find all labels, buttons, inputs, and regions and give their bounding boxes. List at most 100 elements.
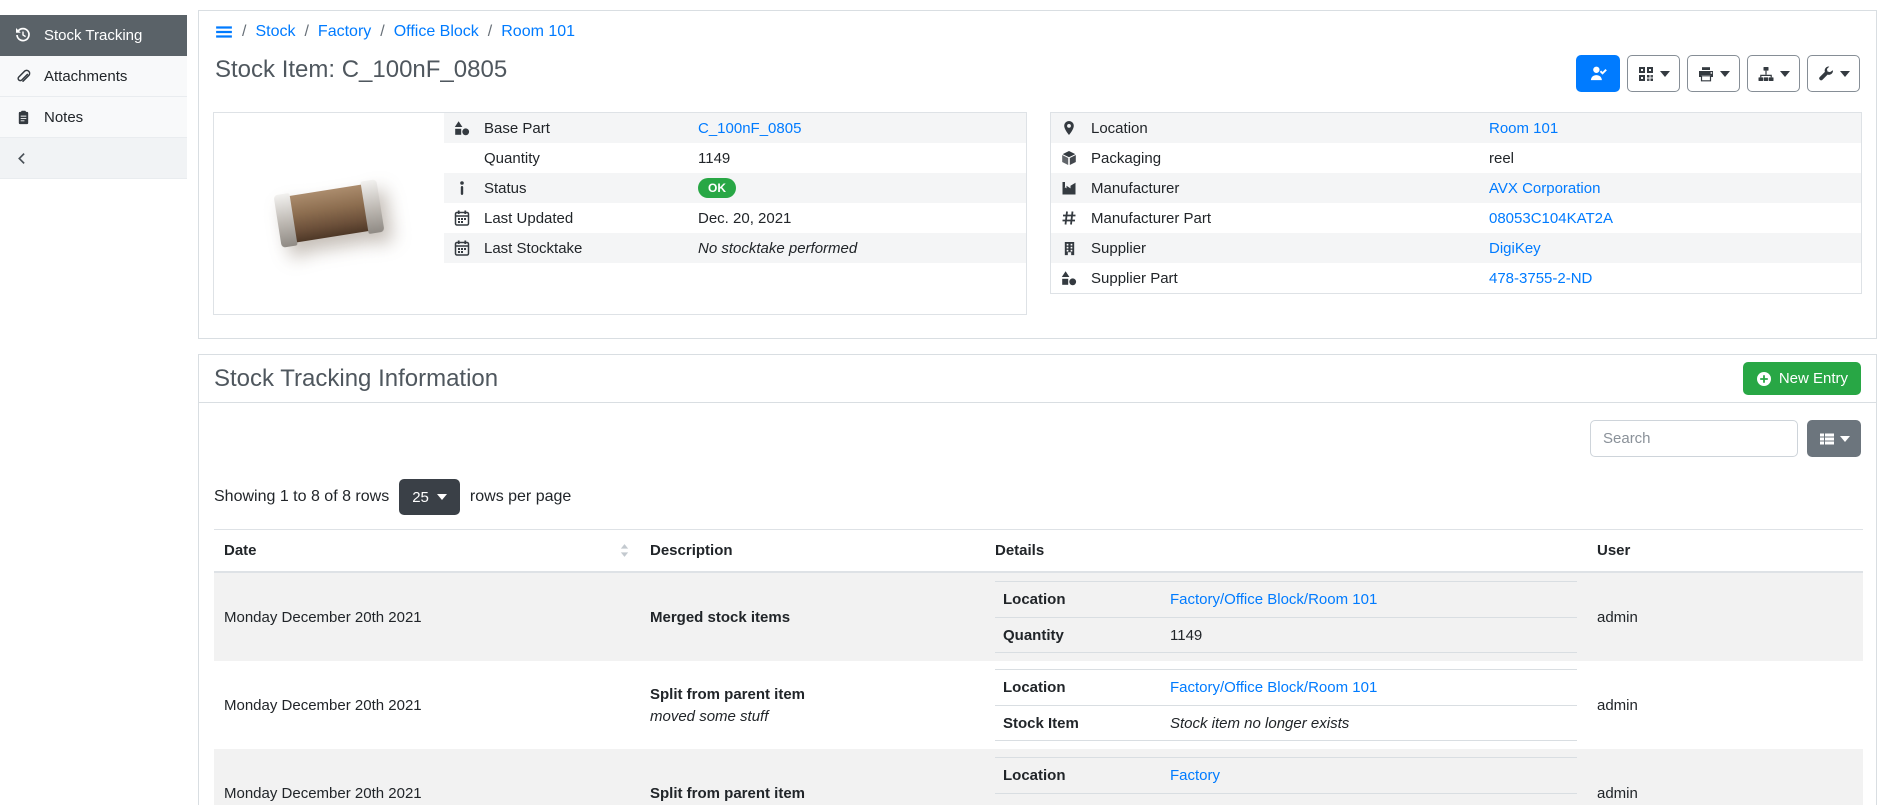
detail-label: Last Stocktake: [484, 240, 582, 257]
detail-manufacturer-link[interactable]: AVX Corporation: [1489, 180, 1600, 197]
sort-icon[interactable]: [619, 543, 630, 558]
stock-item-details-table: Base PartC_100nF_0805Quantity1149StatusO…: [444, 113, 1026, 314]
detail-label: Supplier: [1091, 240, 1146, 257]
caret-down-icon: [437, 494, 447, 500]
cell-user: admin: [1587, 749, 1863, 805]
building-icon: [1060, 241, 1078, 256]
sub-stock-item-value: Stock item no longer exists: [1170, 715, 1349, 732]
clipboard-icon: [14, 110, 32, 125]
paperclip-icon: [14, 68, 32, 84]
stock-item-sourcing-panel: LocationRoom 101 Packaging reel Manufacture…: [1050, 112, 1862, 294]
sidebar-item-label: Attachments: [44, 68, 127, 85]
detail-manufacturer-part-link[interactable]: 08053C104KAT2A: [1489, 210, 1613, 227]
history-icon: [14, 27, 32, 43]
stock-tracking-panel: Stock Tracking Information New Entry Sho…: [198, 354, 1877, 805]
breadcrumb-separator: /: [488, 23, 492, 41]
tracking-row[interactable]: Monday December 20th 2021Split from pare…: [214, 749, 1863, 805]
header-toolbar: [1576, 55, 1860, 92]
detail-base-part-link[interactable]: C_100nF_0805: [698, 120, 801, 137]
sidebar-item-stock-tracking[interactable]: Stock Tracking: [0, 15, 187, 56]
search-input[interactable]: [1590, 420, 1798, 457]
tracking-table: DateDescriptionDetailsUser Monday Decemb…: [214, 529, 1863, 805]
new-entry-button[interactable]: New Entry: [1743, 362, 1861, 395]
sidebar-item-notes[interactable]: Notes: [0, 97, 187, 138]
detail-supplier-part-link[interactable]: 478-3755-2-ND: [1489, 270, 1592, 287]
cell-details: LocationFactoryStock ItemStock item no l…: [985, 749, 1587, 805]
detail-label: Status: [484, 180, 527, 197]
title-row: Stock Item: C_100nF_0805: [199, 45, 1876, 112]
columns-icon: [1819, 431, 1835, 447]
part-image[interactable]: [214, 113, 444, 314]
wrench-icon: [1818, 66, 1834, 82]
qrcode-icon: [1638, 66, 1654, 82]
column-header-date[interactable]: Date: [214, 530, 640, 573]
tracking-row[interactable]: Monday December 20th 2021Merged stock it…: [214, 572, 1863, 661]
detail-packaging-value: reel: [1489, 150, 1514, 167]
page-title: Stock Item: C_100nF_0805: [215, 55, 507, 84]
breadcrumb: /Stock/Factory/Office Block/Room 101: [199, 11, 1876, 45]
stock-actions-button[interactable]: [1747, 55, 1800, 92]
capacitor-photo: [273, 179, 384, 248]
breadcrumb-link-office-block[interactable]: Office Block: [394, 23, 479, 41]
stock-item-sourcing-table: LocationRoom 101 Packaging reel Manufacture…: [1051, 113, 1861, 293]
detail-row-supplier: Supplier DigiKey: [1051, 233, 1861, 263]
pagination-info: Showing 1 to 8 of 8 rows: [214, 488, 389, 506]
cell-date: Monday December 20th 2021: [214, 572, 640, 661]
detail-row-packaging: Packaging reel: [1051, 143, 1861, 173]
sidebar-item-attachments[interactable]: Attachments: [0, 56, 187, 97]
sidebar-menu: Stock Tracking Attachments Notes: [0, 15, 187, 138]
detail-row-location: LocationRoom 101: [1051, 113, 1861, 143]
sidebar-item-label: Notes: [44, 109, 83, 126]
sub-label: Quantity: [1003, 627, 1170, 644]
column-header-user[interactable]: User: [1587, 530, 1863, 573]
detail-sub-row: Stock ItemStock item no longer exists: [995, 793, 1577, 805]
detail-location-link[interactable]: Room 101: [1489, 120, 1558, 137]
user-actions-button[interactable]: [1576, 55, 1620, 92]
breadcrumb-link-stock[interactable]: Stock: [255, 23, 295, 41]
table-toolbar: [214, 420, 1861, 457]
printer-icon: [1698, 66, 1714, 82]
caret-down-icon: [1660, 71, 1670, 77]
detail-sub-row: LocationFactory: [995, 757, 1577, 793]
breadcrumb-link-factory[interactable]: Factory: [318, 23, 371, 41]
details-row: Base PartC_100nF_0805Quantity1149StatusO…: [199, 112, 1876, 338]
detail-supplier-link[interactable]: DigiKey: [1489, 240, 1541, 257]
sidebar-collapse-button[interactable]: [0, 138, 187, 179]
breadcrumb-link-room-101[interactable]: Room 101: [501, 23, 575, 41]
column-header-details[interactable]: Details: [985, 530, 1587, 573]
page-size-select[interactable]: 25: [399, 479, 460, 515]
sub-location-link[interactable]: Factory/Office Block/Room 101: [1170, 591, 1377, 608]
sub-label: Location: [1003, 679, 1170, 696]
breadcrumb-separator: /: [380, 23, 384, 41]
columns-button[interactable]: [1807, 420, 1861, 457]
sub-location-link[interactable]: Factory/Office Block/Room 101: [1170, 679, 1377, 696]
rows-per-page-label: rows per page: [470, 488, 571, 506]
column-header-description[interactable]: Description: [640, 530, 985, 573]
admin-actions-button[interactable]: [1807, 55, 1860, 92]
stock-tracking-header: Stock Tracking Information New Entry: [199, 355, 1876, 403]
detail-label: Last Updated: [484, 210, 573, 227]
shapes-icon: [453, 120, 471, 136]
chevron-left-icon: [16, 152, 29, 165]
stock-tracking-body: Showing 1 to 8 of 8 rows 25 rows per pag…: [199, 403, 1876, 805]
menu-icon[interactable]: [215, 23, 233, 41]
detail-last-updated-value: Dec. 20, 2021: [698, 210, 791, 227]
detail-row-manufacturer: Manufacturer AVX Corporation: [1051, 173, 1861, 203]
stock-item-panel: /Stock/Factory/Office Block/Room 101 Sto…: [198, 10, 1877, 339]
sub-quantity-value: 1149: [1170, 627, 1202, 644]
detail-row-status: StatusOK: [444, 173, 1026, 203]
barcode-actions-button[interactable]: [1627, 55, 1680, 92]
cell-date: Monday December 20th 2021: [214, 661, 640, 749]
detail-label: Supplier Part: [1091, 270, 1178, 287]
detail-label: Packaging: [1091, 150, 1161, 167]
industry-icon: [1060, 180, 1078, 196]
cell-description: Merged stock items: [640, 572, 985, 661]
tracking-row[interactable]: Monday December 20th 2021Split from pare…: [214, 661, 1863, 749]
sub-location-link[interactable]: Factory: [1170, 767, 1220, 784]
print-actions-button[interactable]: [1687, 55, 1740, 92]
cell-details: LocationFactory/Office Block/Room 101 Sto…: [985, 661, 1587, 749]
detail-label: Manufacturer: [1091, 180, 1179, 197]
detail-row-quantity: Quantity1149: [444, 143, 1026, 173]
calendar-icon: [453, 240, 471, 256]
page-size-value: 25: [412, 489, 429, 506]
